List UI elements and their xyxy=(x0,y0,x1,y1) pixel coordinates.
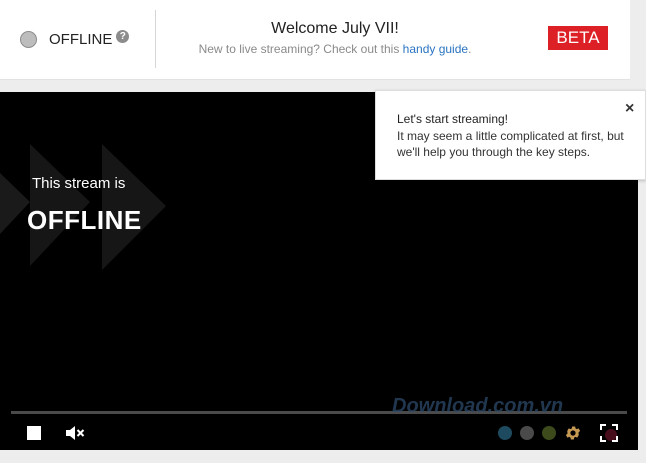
stream-status: OFFLINE ? xyxy=(20,28,130,50)
dashboard-header: OFFLINE ? Welcome July VII! New to live … xyxy=(0,0,630,80)
fullscreen-icon[interactable] xyxy=(600,424,618,442)
help-icon[interactable]: ? xyxy=(116,29,130,43)
quality-selector xyxy=(498,426,556,440)
handy-guide-link[interactable]: handy guide xyxy=(403,42,468,56)
welcome-title: Welcome July VII! xyxy=(271,20,399,37)
welcome-panel: Welcome July VII! New to live streaming?… xyxy=(160,20,510,56)
mute-icon[interactable] xyxy=(65,424,85,442)
quality-dot[interactable] xyxy=(520,426,534,440)
welcome-sub-suffix: . xyxy=(468,42,472,56)
start-streaming-tooltip: Let's start streaming! It may seem a lit… xyxy=(375,90,646,180)
stream-is-label: This stream is xyxy=(32,175,126,192)
header-divider xyxy=(155,10,156,68)
quality-dot[interactable] xyxy=(542,426,556,440)
gear-icon[interactable] xyxy=(564,424,582,442)
status-label: OFFLINE xyxy=(49,30,113,48)
tooltip-body: It may seem a little complicated at firs… xyxy=(397,129,624,159)
close-icon[interactable]: × xyxy=(625,101,634,117)
welcome-sub-prefix: New to live streaming? Check out this xyxy=(198,42,403,56)
welcome-subtitle: New to live streaming? Check out this ha… xyxy=(160,42,510,56)
status-indicator-icon xyxy=(20,30,37,48)
quality-dot[interactable] xyxy=(498,426,512,440)
watermark-text: Download.com.vn xyxy=(392,395,564,417)
offline-heading: OFFLINE xyxy=(27,205,142,235)
beta-badge: BETA xyxy=(548,26,608,50)
stop-button[interactable] xyxy=(27,426,41,440)
tooltip-title: Let's start streaming! xyxy=(397,112,508,126)
